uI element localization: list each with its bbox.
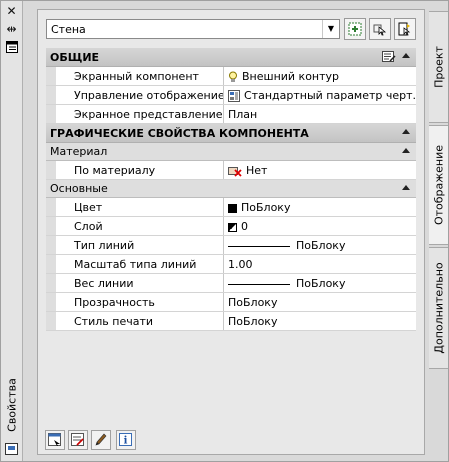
quick-select-button[interactable] bbox=[394, 18, 416, 40]
property-name: Прозрачность bbox=[46, 293, 224, 311]
property-value[interactable]: Стандартный параметр черт... bbox=[224, 86, 416, 104]
property-row-display-control[interactable]: Управление отображением Стандартный пара… bbox=[46, 86, 416, 105]
property-row-color[interactable]: Цвет ПоБлоку bbox=[46, 198, 416, 217]
subsection-material-title: Материал bbox=[50, 145, 108, 158]
property-name: Вес линии bbox=[46, 274, 224, 292]
palette-title: Свойства bbox=[5, 378, 18, 432]
properties-panel: Стена ▼ ОБЩИЕ Экранный компонент Внешний… bbox=[37, 9, 425, 455]
property-row-display-component[interactable]: Экранный компонент Внешний контур bbox=[46, 67, 416, 86]
palette-title-bar: ✕ ⇹ Свойства bbox=[1, 1, 23, 461]
property-row-linetype[interactable]: Тип линий ПоБлоку bbox=[46, 236, 416, 255]
subsection-material-header[interactable]: Материал bbox=[46, 143, 416, 161]
property-value-text: Нет bbox=[246, 164, 268, 177]
property-value-text: ПоБлоку bbox=[241, 201, 291, 214]
match-properties-button[interactable] bbox=[91, 430, 111, 450]
property-name: Цвет bbox=[46, 198, 224, 216]
property-row-display-representation[interactable]: Экранное представление План bbox=[46, 105, 416, 124]
property-row-layer[interactable]: Слой 0 bbox=[46, 217, 416, 236]
property-value-text: ПоБлоку bbox=[296, 239, 346, 252]
property-row-lineweight[interactable]: Вес линии ПоБлоку bbox=[46, 274, 416, 293]
select-objects-icon bbox=[373, 24, 387, 36]
property-value[interactable]: ПоБлоку bbox=[224, 274, 416, 292]
tab-display-label: Отображение bbox=[432, 144, 445, 226]
section-general-title: ОБЩИЕ bbox=[50, 51, 100, 64]
property-value[interactable]: ПоБлоку bbox=[224, 198, 416, 216]
property-value[interactable]: ПоБлоку bbox=[224, 312, 416, 330]
property-name: Экранное представление bbox=[46, 105, 224, 123]
palette-menu-icon[interactable] bbox=[5, 41, 18, 54]
tab-project[interactable]: Проект bbox=[429, 11, 448, 123]
quick-select-icon bbox=[398, 22, 411, 36]
property-row-by-material[interactable]: По материалу Нет bbox=[46, 161, 416, 180]
property-value[interactable]: План bbox=[224, 105, 416, 123]
property-value-text: 0 bbox=[241, 220, 248, 233]
lineweight-preview bbox=[228, 283, 290, 285]
property-value[interactable]: Внешний контур bbox=[224, 67, 416, 85]
property-value[interactable]: ПоБлоку bbox=[224, 293, 416, 311]
property-grid: ОБЩИЕ Экранный компонент Внешний контур … bbox=[46, 48, 416, 331]
property-value[interactable]: 0 bbox=[224, 217, 416, 235]
palette-properties-icon[interactable] bbox=[5, 443, 18, 455]
property-name: По материалу bbox=[46, 161, 224, 179]
add-to-selection-button[interactable] bbox=[344, 18, 366, 40]
property-name: Слой bbox=[46, 217, 224, 235]
display-control-icon bbox=[228, 90, 240, 102]
no-material-icon bbox=[228, 167, 242, 177]
property-value-text: ПоБлоку bbox=[296, 277, 346, 290]
property-name: Тип линий bbox=[46, 236, 224, 254]
auto-hide-icon[interactable]: ⇹ bbox=[5, 23, 18, 36]
section-graphic-title: ГРАФИЧЕСКИЕ СВОЙСТВА КОМПОНЕНТА bbox=[50, 127, 309, 140]
info-button[interactable]: i bbox=[116, 430, 136, 450]
object-type-select[interactable]: Стена ▼ bbox=[46, 19, 340, 39]
collapse-icon[interactable] bbox=[402, 129, 410, 134]
properties-palette: ✕ ⇹ Свойства Стена ▼ ОБЩИЕ Экранный комп… bbox=[0, 0, 449, 462]
close-icon[interactable]: ✕ bbox=[5, 5, 18, 18]
select-objects-button[interactable] bbox=[369, 18, 391, 40]
property-row-transparency[interactable]: Прозрачность ПоБлоку bbox=[46, 293, 416, 312]
add-selection-icon bbox=[348, 22, 362, 36]
collapse-icon[interactable] bbox=[402, 185, 410, 190]
property-name: Управление отображением bbox=[46, 86, 224, 104]
collapse-icon[interactable] bbox=[402, 53, 410, 58]
svg-text:i: i bbox=[124, 436, 128, 447]
section-graphic-header[interactable]: ГРАФИЧЕСКИЕ СВОЙСТВА КОМПОНЕНТА bbox=[46, 124, 416, 143]
color-swatch bbox=[228, 203, 237, 213]
collapse-icon[interactable] bbox=[402, 148, 410, 153]
property-name: Масштаб типа линий bbox=[46, 255, 224, 273]
property-value[interactable]: Нет bbox=[224, 161, 416, 179]
property-value-text: Внешний контур bbox=[242, 70, 340, 83]
tab-extended[interactable]: Дополнительно bbox=[429, 247, 448, 369]
filter-button[interactable] bbox=[45, 430, 65, 450]
tab-project-label: Проект bbox=[432, 46, 445, 88]
chevron-down-icon[interactable]: ▼ bbox=[322, 20, 339, 38]
property-value[interactable]: ПоБлоку bbox=[224, 236, 416, 254]
subsection-basic-header[interactable]: Основные bbox=[46, 180, 416, 198]
property-name: Экранный компонент bbox=[46, 67, 224, 85]
property-row-plot-style[interactable]: Стиль печати ПоБлоку bbox=[46, 312, 416, 331]
component-description-icon[interactable] bbox=[382, 51, 396, 66]
subsection-basic-title: Основные bbox=[50, 182, 108, 195]
tab-extended-label: Дополнительно bbox=[432, 262, 445, 354]
section-general-header[interactable]: ОБЩИЕ bbox=[46, 48, 416, 67]
tab-display[interactable]: Отображение bbox=[429, 125, 448, 245]
filter-icon bbox=[48, 433, 61, 446]
layer-icon bbox=[228, 222, 237, 232]
edit-style-icon bbox=[71, 433, 84, 446]
info-icon: i bbox=[119, 433, 132, 447]
property-value-text: Стандартный параметр черт... bbox=[244, 89, 416, 102]
brush-icon bbox=[95, 433, 107, 446]
linetype-preview bbox=[228, 245, 290, 247]
property-name: Стиль печати bbox=[46, 312, 224, 330]
property-row-linetype-scale[interactable]: Масштаб типа линий 1.00 bbox=[46, 255, 416, 274]
property-value[interactable]: 1.00 bbox=[224, 255, 416, 273]
edit-style-button[interactable] bbox=[68, 430, 88, 450]
lightbulb-icon bbox=[229, 71, 237, 82]
object-type-value: Стена bbox=[51, 23, 86, 36]
